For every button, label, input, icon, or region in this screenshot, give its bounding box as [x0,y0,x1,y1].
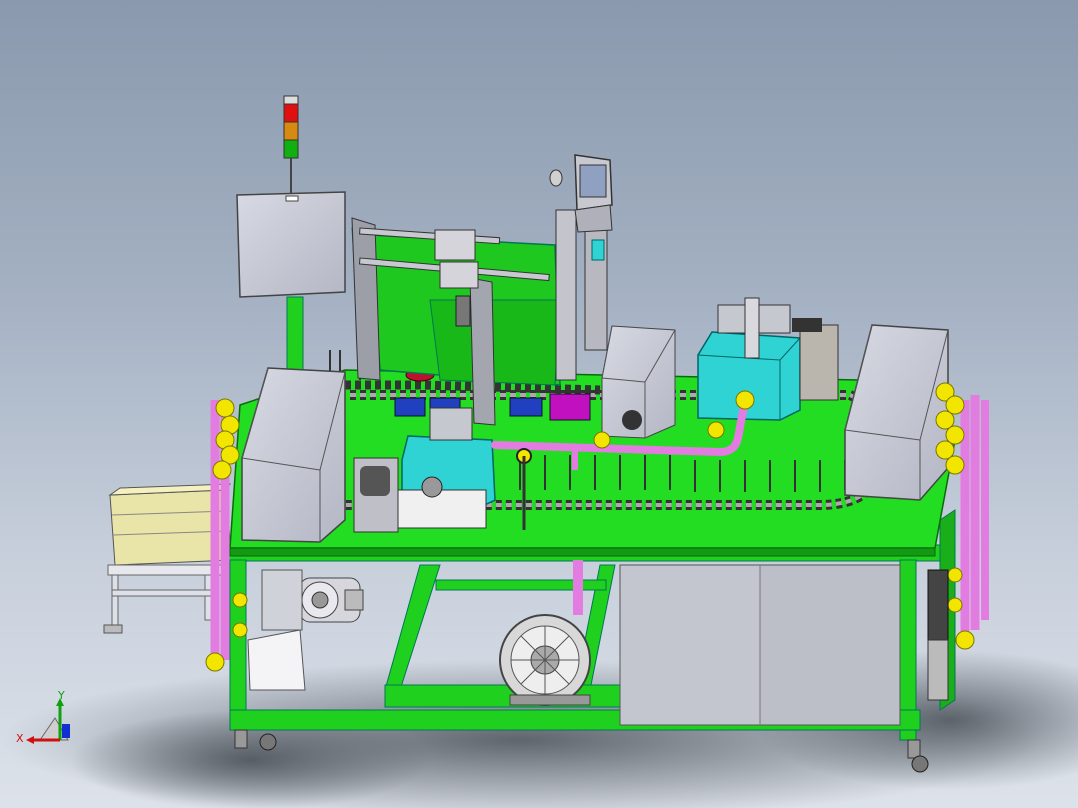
hmi-arm [549,154,613,381]
x-axis-label: X [16,732,24,745]
lower-left-block [247,569,306,691]
control-box [236,191,346,378]
lower-cabinet [619,564,901,726]
stack-light [283,95,299,198]
left-enclosure [241,367,346,543]
center-grey-box [601,325,676,439]
motor-left [299,577,364,623]
z-axis-arrow [62,724,70,738]
ring-blower [499,614,591,706]
right-enclosure [844,324,949,501]
cad-viewport[interactable]: Y X [0,0,1078,808]
right-lower-mechanism [927,569,949,701]
y-axis-label: Y [58,689,65,702]
machine-assembly-drawing [0,95,1078,808]
deck-motor [353,457,399,533]
